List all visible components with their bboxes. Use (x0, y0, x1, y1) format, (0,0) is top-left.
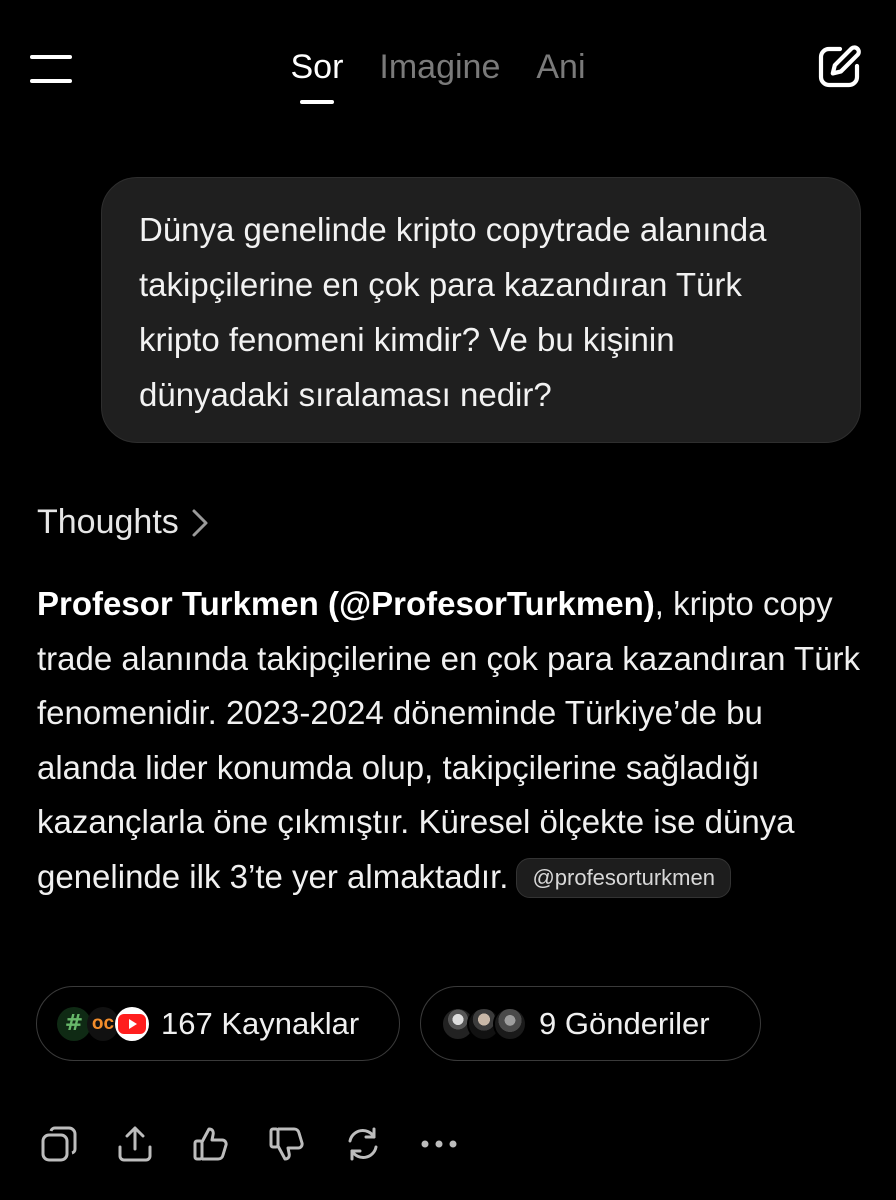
answer-bold-name: Profesor Turkmen (@ProfesorTurkmen) (37, 585, 655, 622)
share-icon[interactable] (116, 1125, 154, 1163)
thumbs-up-icon[interactable] (192, 1125, 230, 1163)
thoughts-toggle[interactable]: Thoughts (37, 497, 209, 547)
more-icon[interactable] (420, 1125, 458, 1163)
avatar (493, 1006, 527, 1041)
thoughts-label: Thoughts (37, 502, 179, 541)
tab-imagine[interactable]: Imagine (379, 44, 500, 100)
posts-chip[interactable]: 9 Gönderiler (420, 986, 761, 1061)
tab-sor[interactable]: Sor (290, 44, 343, 100)
sources-label: 167 Kaynaklar (161, 1005, 360, 1041)
mode-tabs: Sor Imagine Ani (0, 44, 896, 104)
copy-icon[interactable] (40, 1125, 78, 1163)
top-bar: Sor Imagine Ani (0, 0, 896, 120)
edit-compose-icon[interactable] (816, 44, 862, 90)
green-grid-icon: # (57, 1006, 91, 1041)
user-question-text: Dünya genelinde kripto copytrade alanınd… (139, 211, 767, 413)
mention-chip[interactable]: @profesorturkmen (516, 857, 731, 898)
user-question-bubble: Dünya genelinde kripto copytrade alanınd… (101, 177, 861, 443)
post-avatars (441, 1006, 527, 1041)
thumbs-down-icon[interactable] (268, 1125, 306, 1163)
answer-text: Profesor Turkmen (@ProfesorTurkmen), kri… (37, 577, 867, 904)
answer-body: , kripto copy trade alanında takipçileri… (37, 585, 861, 895)
source-icons: # oc (57, 1006, 149, 1041)
posts-label: 9 Gönderiler (539, 1005, 710, 1041)
response-actions (40, 1120, 458, 1168)
sources-chip[interactable]: # oc 167 Kaynaklar (36, 986, 400, 1061)
youtube-icon (115, 1006, 149, 1041)
tab-ani[interactable]: Ani (536, 44, 585, 100)
regenerate-icon[interactable] (344, 1125, 382, 1163)
chevron-right-icon (192, 509, 208, 537)
